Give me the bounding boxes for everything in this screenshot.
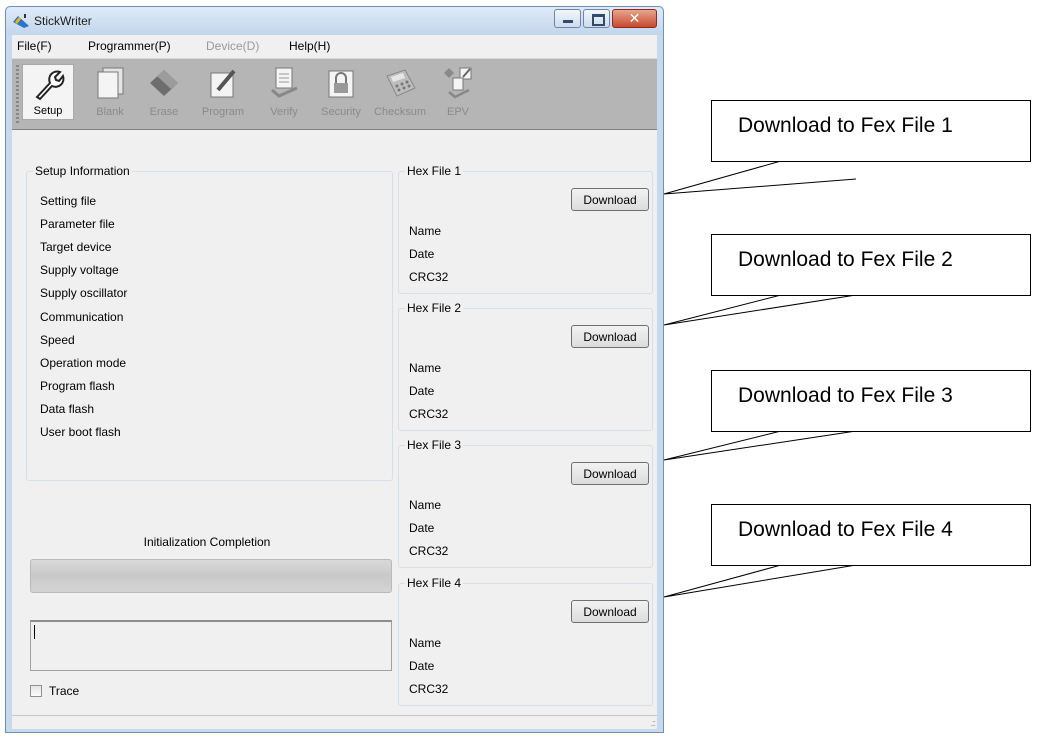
callout-2-text: Download to Fex File 2 [738, 248, 953, 271]
callout-1: Download to Fex File 1 [711, 100, 1031, 162]
callout-3-text: Download to Fex File 3 [738, 384, 953, 407]
callout-4: Download to Fex File 4 [711, 504, 1031, 566]
callout-3-leader [663, 430, 857, 461]
callout-4-text: Download to Fex File 4 [738, 518, 953, 541]
callout-4-leader [663, 564, 857, 598]
callout-1-text: Download to Fex File 1 [738, 114, 953, 137]
callout-2-leader [663, 294, 857, 326]
callout-2: Download to Fex File 2 [711, 234, 1031, 296]
callout-1-leader [663, 160, 857, 195]
callout-3: Download to Fex File 3 [711, 370, 1031, 432]
